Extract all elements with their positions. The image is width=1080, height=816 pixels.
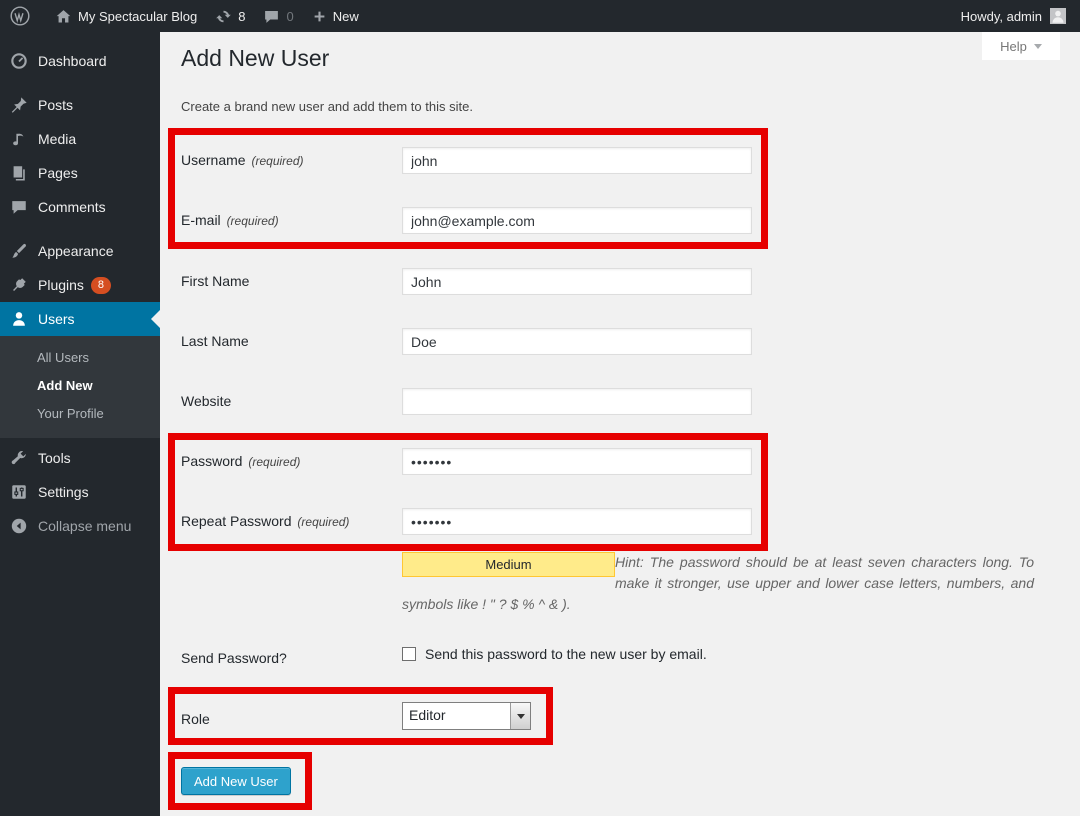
required-note: (required) (251, 154, 303, 168)
current-menu-arrow (151, 310, 160, 328)
send-password-text: Send this password to the new user by em… (425, 646, 707, 662)
sidebar-item-plugins[interactable]: Plugins 8 (0, 268, 160, 302)
collapse-icon (9, 516, 29, 536)
username-field[interactable] (402, 147, 752, 174)
plugins-update-badge: 8 (91, 277, 111, 294)
pin-icon (9, 95, 29, 115)
pages-icon (9, 163, 29, 183)
new-label: New (333, 9, 359, 24)
media-icon (9, 129, 29, 149)
sidebar-item-label: Pages (38, 165, 78, 181)
sidebar-item-label: Collapse menu (38, 518, 131, 534)
admin-bar: My Spectacular Blog 8 0 New Howdy, admin (0, 0, 1080, 32)
sidebar-item-appearance[interactable]: Appearance (0, 234, 160, 268)
comments-menu[interactable]: 0 (254, 0, 302, 32)
new-content-menu[interactable]: New (303, 0, 368, 32)
password-label: Password (required) (181, 453, 300, 469)
sidebar-item-settings[interactable]: Settings (0, 475, 160, 509)
admin-sidebar: Dashboard Posts Media Pages Comments (0, 32, 160, 816)
update-count: 8 (238, 9, 245, 24)
submenu-item-all-users[interactable]: All Users (0, 344, 160, 372)
website-label: Website (181, 393, 231, 409)
appearance-icon (9, 241, 29, 261)
role-selected-value: Editor (403, 703, 510, 729)
comments-icon (9, 197, 29, 217)
password-hint-area: Medium Hint: The password should be at l… (402, 552, 1034, 615)
sidebar-item-collapse-menu[interactable]: Collapse menu (0, 509, 160, 543)
sidebar-item-media[interactable]: Media (0, 122, 160, 156)
wordpress-logo-icon (9, 5, 31, 27)
repeat-password-field[interactable] (402, 508, 752, 535)
help-label: Help (1000, 39, 1027, 54)
comment-bubble-icon (263, 8, 280, 25)
sidebar-item-label: Settings (38, 484, 89, 500)
sidebar-item-label: Tools (38, 450, 71, 466)
sidebar-item-tools[interactable]: Tools (0, 441, 160, 475)
sidebar-item-pages[interactable]: Pages (0, 156, 160, 190)
username-label: Username (required) (181, 152, 304, 168)
site-name-menu[interactable]: My Spectacular Blog (46, 0, 206, 32)
submenu-item-add-new[interactable]: Add New (0, 372, 160, 400)
repeat-password-label: Repeat Password (required) (181, 513, 349, 529)
password-strength-meter: Medium (402, 552, 615, 577)
comment-count: 0 (286, 9, 293, 24)
wordpress-logo-menu[interactable] (0, 0, 46, 32)
first-name-label: First Name (181, 273, 249, 289)
send-password-checkbox[interactable] (402, 647, 416, 661)
select-arrow-button (510, 703, 530, 729)
password-field[interactable] (402, 448, 752, 475)
site-name: My Spectacular Blog (78, 9, 197, 24)
required-note: (required) (227, 214, 279, 228)
sidebar-item-users[interactable]: Users (0, 302, 160, 336)
help-button[interactable]: Help (982, 32, 1060, 60)
page-title: Add New User (181, 45, 329, 72)
last-name-label: Last Name (181, 333, 249, 349)
first-name-field[interactable] (402, 268, 752, 295)
updates-menu[interactable]: 8 (206, 0, 254, 32)
email-label: E-mail (required) (181, 212, 279, 228)
avatar (1050, 8, 1066, 24)
wordpress-admin-page: My Spectacular Blog 8 0 New Howdy, admin (0, 0, 1080, 816)
field-label-text: Password (181, 453, 242, 469)
role-label: Role (181, 711, 210, 727)
field-label-text: Repeat Password (181, 513, 292, 529)
users-submenu: All Users Add New Your Profile (0, 336, 160, 438)
last-name-field[interactable] (402, 328, 752, 355)
sidebar-item-label: Media (38, 131, 76, 147)
add-new-user-button[interactable]: Add New User (181, 767, 291, 795)
chevron-down-icon (1034, 44, 1042, 49)
page-subtitle: Create a brand new user and add them to … (181, 99, 473, 114)
tools-icon (9, 448, 29, 468)
plus-icon (312, 9, 327, 24)
role-select[interactable]: Editor (402, 702, 531, 730)
required-note: (required) (248, 455, 300, 469)
field-label-text: Username (181, 152, 246, 168)
sidebar-item-label: Dashboard (38, 53, 107, 69)
sidebar-item-label: Users (38, 311, 75, 327)
send-password-control: Send this password to the new user by em… (402, 646, 707, 662)
required-note: (required) (297, 515, 349, 529)
settings-icon (9, 482, 29, 502)
howdy-text: Howdy, admin (961, 9, 1042, 24)
sidebar-item-label: Posts (38, 97, 73, 113)
field-label-text: E-mail (181, 212, 221, 228)
sidebar-item-label: Plugins (38, 277, 84, 293)
chevron-down-icon (517, 714, 525, 719)
send-password-label: Send Password? (181, 650, 287, 666)
website-field[interactable] (402, 388, 752, 415)
update-icon (215, 8, 232, 25)
sidebar-item-comments[interactable]: Comments (0, 190, 160, 224)
email-field[interactable] (402, 207, 752, 234)
home-icon (55, 8, 72, 25)
account-menu[interactable]: Howdy, admin (961, 8, 1080, 24)
sidebar-item-dashboard[interactable]: Dashboard (0, 44, 160, 78)
sidebar-item-posts[interactable]: Posts (0, 88, 160, 122)
dashboard-icon (9, 51, 29, 71)
sidebar-item-label: Comments (38, 199, 106, 215)
submenu-item-your-profile[interactable]: Your Profile (0, 400, 160, 428)
plugins-icon (9, 275, 29, 295)
sidebar-item-label: Appearance (38, 243, 114, 259)
users-icon (9, 309, 29, 329)
